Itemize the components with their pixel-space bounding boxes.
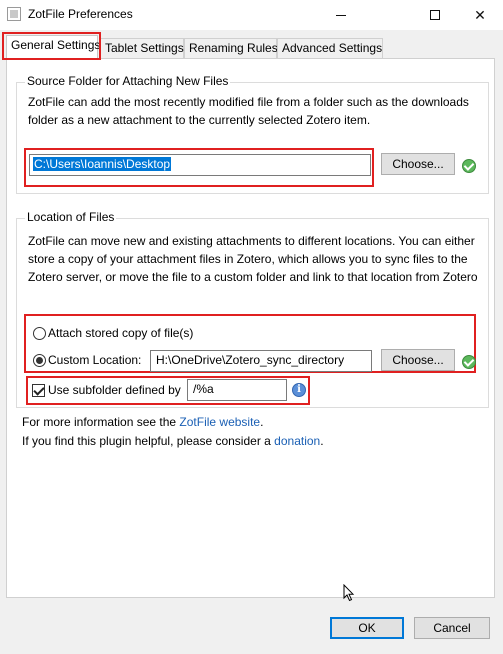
donation-link[interactable]: donation: [274, 434, 320, 448]
source-choose-button[interactable]: Choose...: [381, 153, 455, 175]
mouse-cursor-icon: [343, 584, 355, 602]
ok-button[interactable]: OK: [330, 617, 404, 639]
source-folder-path-input[interactable]: C:\Users\Ioannis\Desktop: [29, 154, 371, 176]
donation-info-line: If you find this plugin helpful, please …: [22, 434, 324, 448]
website-info-prefix: For more information see the: [22, 415, 180, 429]
donation-info-prefix: If you find this plugin helpful, please …: [22, 434, 275, 448]
close-icon: ✕: [474, 6, 486, 23]
minimize-icon: [336, 14, 346, 16]
source-folder-legend: Source Folder for Attaching New Files: [25, 74, 231, 88]
cancel-button[interactable]: Cancel: [414, 617, 490, 639]
radio-attach-stored[interactable]: [33, 327, 46, 340]
minimize-button[interactable]: [318, 0, 364, 30]
custom-valid-check-icon: [462, 355, 476, 369]
website-info-suffix: .: [260, 415, 264, 429]
source-folder-description: ZotFile can add the most recently modifi…: [28, 95, 469, 127]
maximize-icon: [430, 10, 440, 20]
zotfile-website-link[interactable]: ZotFile website: [179, 415, 260, 429]
website-info-line: For more information see the ZotFile web…: [22, 415, 263, 429]
title-bar: ZotFile Preferences ✕: [0, 0, 503, 30]
source-valid-check-icon: [462, 159, 476, 173]
custom-location-path-input[interactable]: H:\OneDrive\Zotero_sync_directory: [150, 350, 372, 372]
location-legend: Location of Files: [25, 210, 117, 224]
tab-general-settings[interactable]: General Settings: [6, 35, 100, 59]
location-description: ZotFile can move new and existing attach…: [28, 234, 478, 284]
source-folder-path-value: C:\Users\Ioannis\Desktop: [33, 157, 172, 171]
radio-custom-location[interactable]: [33, 354, 46, 367]
radio-custom-location-label[interactable]: Custom Location:: [48, 353, 141, 367]
subfolder-label[interactable]: Use subfolder defined by: [48, 383, 181, 397]
tab-renaming-rules[interactable]: Renaming Rules: [184, 38, 278, 58]
close-button[interactable]: ✕: [457, 0, 503, 30]
radio-attach-stored-label[interactable]: Attach stored copy of file(s): [48, 326, 193, 340]
app-icon: [7, 7, 21, 21]
maximize-button[interactable]: [412, 0, 458, 30]
subfolder-pattern-input[interactable]: /%a: [187, 379, 287, 401]
subfolder-checkbox[interactable]: [32, 384, 45, 397]
info-icon[interactable]: i: [292, 383, 306, 397]
tab-tablet-settings[interactable]: Tablet Settings: [100, 38, 184, 58]
window-title: ZotFile Preferences: [28, 7, 133, 21]
donation-info-suffix: .: [320, 434, 324, 448]
tab-advanced-settings[interactable]: Advanced Settings: [277, 38, 383, 58]
custom-choose-button[interactable]: Choose...: [381, 349, 455, 371]
